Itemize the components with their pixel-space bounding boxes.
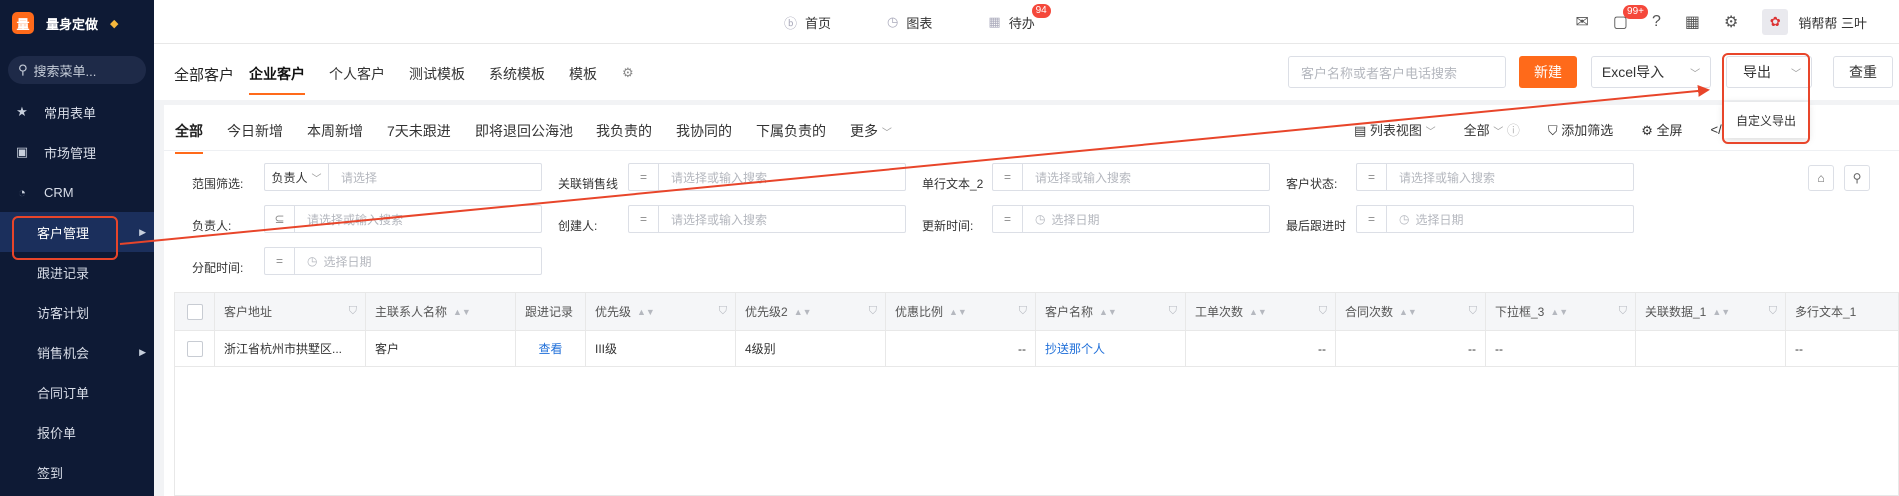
annotation-arrow (119, 84, 1710, 245)
